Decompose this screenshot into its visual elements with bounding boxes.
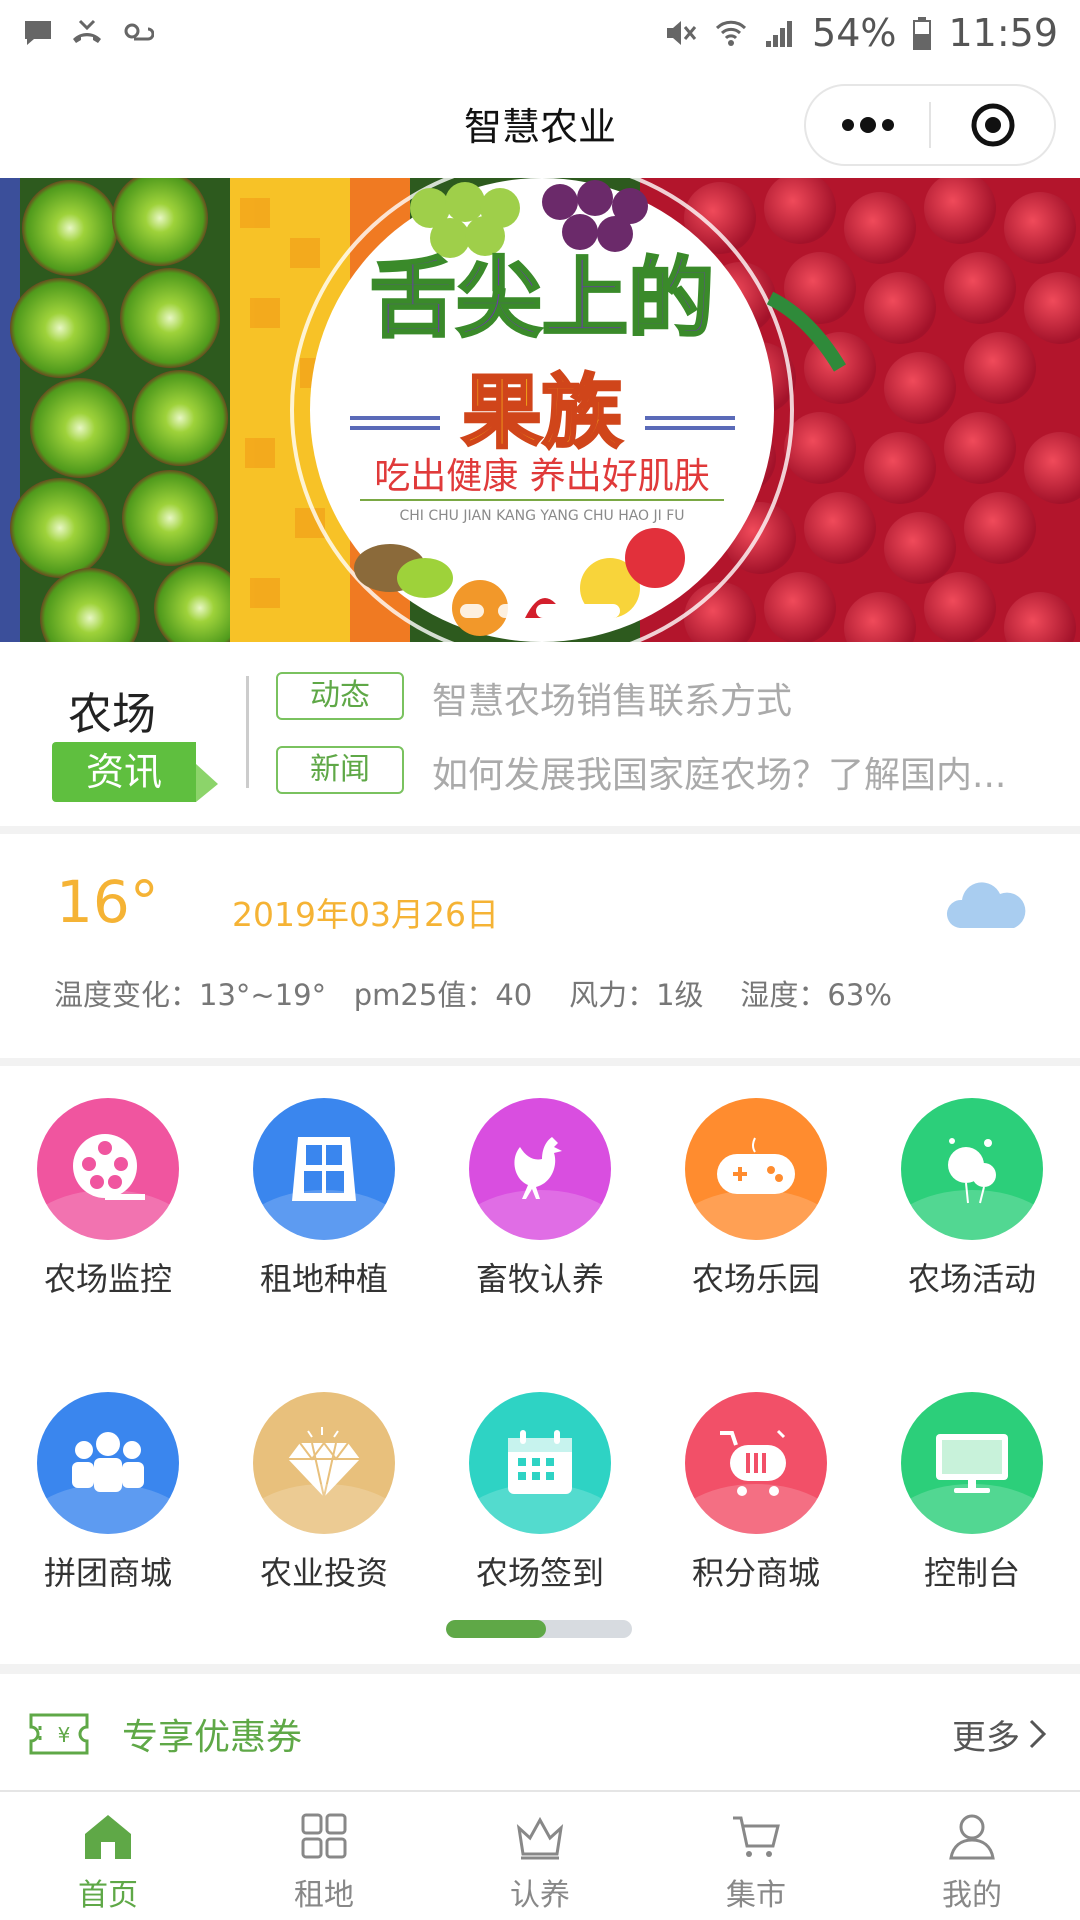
grid-page-indicator-active — [446, 1620, 546, 1638]
close-miniprogram-button[interactable] — [931, 86, 1054, 164]
banner-image: 舌尖上的 果族 吃出健康 养出好肌肤 CHI CHU JIAN KANG YAN… — [0, 178, 1080, 642]
tab-market[interactable]: 集市 — [648, 1792, 864, 1920]
weather-details: 温度变化：13°~19° pm25值：40 风力：1级 湿度：63% — [54, 978, 892, 1012]
tab-home[interactable]: 首页 — [0, 1792, 216, 1920]
banner-headline-1: 舌尖上的 — [370, 249, 714, 349]
svg-text:¥: ¥ — [58, 1723, 71, 1747]
grid-item-farm-checkin[interactable]: 农场签到 — [432, 1392, 648, 1594]
message-icon — [25, 21, 51, 45]
grid-item-label: 农场活动 — [907, 1260, 1036, 1298]
tab-label: 我的 — [942, 1878, 1002, 1913]
four-squares-icon — [301, 1813, 347, 1859]
wifi-icon — [715, 20, 747, 46]
grid-item-group-buy[interactable]: 拼团商城 — [0, 1392, 216, 1594]
news-headline[interactable]: 智慧农场销售联系方式 — [432, 672, 1032, 724]
grid-item-label: 农场监控 — [43, 1260, 172, 1298]
weather-card: 16° 2019年03月26日 温度变化：13°~19° pm25值：40 风力… — [0, 834, 1080, 1058]
mute-icon — [667, 21, 697, 45]
coupon-ticket-icon: ¥ — [29, 1713, 89, 1755]
news-info-badge: 资讯 — [52, 742, 218, 802]
bottom-tab-bar: 首页 租地 认养 集市 我的 — [0, 1790, 1080, 1920]
status-bar: 54% 11:59 — [0, 0, 1080, 66]
news-tag-news[interactable]: 新闻 — [276, 746, 404, 794]
weather-date: 2019年03月26日 — [232, 895, 499, 934]
crown-icon — [516, 1816, 564, 1860]
grid-item-label: 拼团商城 — [43, 1554, 172, 1592]
home-icon — [85, 1815, 131, 1859]
news-farm-label: 农场 — [68, 689, 156, 740]
news-headline[interactable]: 如何发展我国家庭农场？了解国内... — [432, 746, 1032, 798]
battery-percent: 54% — [812, 11, 897, 55]
carousel-dot[interactable] — [460, 604, 484, 618]
grid-item-agri-invest[interactable]: 农业投资 — [216, 1392, 432, 1594]
tab-label: 认养 — [510, 1878, 570, 1913]
tab-mine[interactable]: 我的 — [864, 1792, 1080, 1920]
chevron-right-icon — [1029, 1719, 1047, 1749]
more-dots-icon — [841, 117, 894, 133]
banner-pinyin: CHI CHU JIAN KANG YANG CHU HAO JI FU — [399, 508, 684, 524]
grid-item-farm-monitor[interactable]: 农场监控 — [0, 1098, 216, 1300]
tab-label: 租地 — [294, 1878, 354, 1913]
missed-call-icon — [73, 19, 101, 43]
coupon-more-link[interactable]: 更多 — [952, 1710, 1020, 1759]
grid-item-label: 租地种植 — [259, 1260, 388, 1298]
farm-news: 农场 资讯 动态 智慧农场销售联系方式 新闻 如何发展我国家庭农场？了解国内..… — [0, 642, 1080, 826]
carousel-dot[interactable] — [498, 604, 522, 618]
banner-slogan: 吃出健康 养出好肌肤 — [374, 456, 709, 497]
tab-adopt[interactable]: 认养 — [432, 1792, 648, 1920]
navigation-bar: 智慧农业 — [0, 66, 1080, 178]
grid-item-label: 畜牧认养 — [475, 1260, 604, 1298]
coupon-label: 专享优惠券 — [122, 1717, 303, 1758]
tab-land[interactable]: 租地 — [216, 1792, 432, 1920]
battery-icon — [913, 17, 932, 50]
grid-item-label: 农业投资 — [259, 1554, 388, 1592]
mini-program-capsule — [804, 84, 1056, 166]
target-circle-icon — [971, 103, 1014, 147]
more-menu-button[interactable] — [806, 86, 929, 164]
cart-icon — [733, 1816, 780, 1857]
grid-item-label: 积分商城 — [691, 1554, 820, 1592]
grid-item-livestock-adopt[interactable]: 畜牧认养 — [432, 1098, 648, 1300]
weather-status-icon — [124, 23, 154, 41]
banner-carousel[interactable]: 舌尖上的 果族 吃出健康 养出好肌肤 CHI CHU JIAN KANG YAN… — [0, 178, 1080, 642]
cloud-icon — [946, 882, 1026, 928]
carousel-dot-active[interactable] — [536, 604, 620, 618]
user-icon — [949, 1814, 995, 1860]
grid-item-label: 控制台 — [923, 1554, 1020, 1592]
news-tag-dynamic[interactable]: 动态 — [276, 672, 404, 720]
grid-item-land-rental[interactable]: 租地种植 — [216, 1098, 432, 1300]
grid-page-indicator — [446, 1620, 632, 1638]
grid-item-label: 农场签到 — [475, 1554, 604, 1592]
banner-headline-2: 果族 — [462, 366, 622, 459]
grid-item-farm-park[interactable]: 农场乐园 — [648, 1098, 864, 1300]
grid-item-label: 农场乐园 — [691, 1260, 820, 1298]
grid-item-console[interactable]: 控制台 — [864, 1392, 1080, 1594]
temperature: 16° — [56, 868, 159, 936]
signal-icon — [766, 21, 793, 47]
grid-item-points-mall[interactable]: 积分商城 — [648, 1392, 864, 1594]
coupon-row[interactable]: ¥ 专享优惠券 更多 — [0, 1678, 1080, 1790]
tab-label: 集市 — [726, 1878, 786, 1913]
grid-item-farm-activity[interactable]: 农场活动 — [864, 1098, 1080, 1300]
tab-label: 首页 — [78, 1878, 138, 1913]
clock: 11:59 — [948, 11, 1058, 55]
feature-grid: 农场监控 租地种植 畜牧认养 农场乐园 农场活动 拼团商城 农业投资 农场签到 … — [0, 1066, 1080, 1666]
